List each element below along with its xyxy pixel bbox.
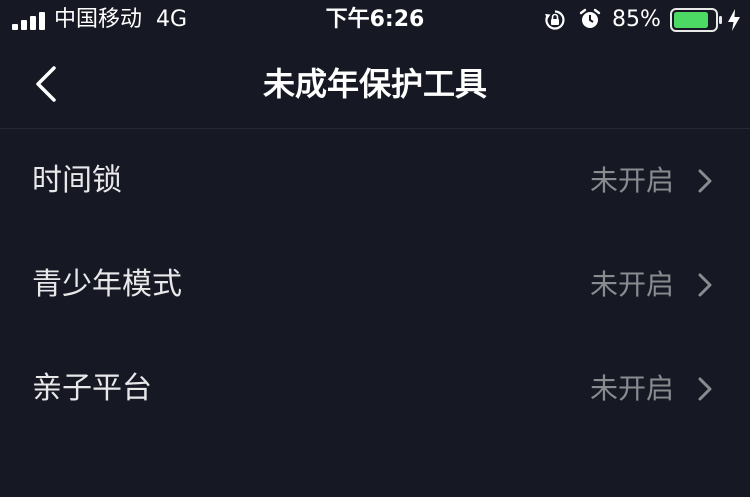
battery-percent: 85% [612,7,661,32]
chevron-right-icon [698,169,712,193]
list-item-status: 未开启 [589,164,674,197]
alarm-icon [579,8,601,28]
list-item-time-lock[interactable]: 时间锁 未开启 [0,129,750,233]
list-item-label: 时间锁 [32,163,122,198]
list-item-status: 未开启 [589,268,674,301]
screen: 中国移动 4G 下午6:26 85% 未成年保护工具 时间锁 未开启 青少年模式… [0,0,750,497]
list-item-label: 亲子平台 [32,371,152,406]
list-item-label: 青少年模式 [32,267,182,302]
page-title: 未成年保护工具 [262,65,487,103]
battery-icon [670,8,722,32]
list-item-teen-mode[interactable]: 青少年模式 未开启 [0,233,750,337]
chevron-right-icon [698,377,712,401]
nav-bar: 未成年保护工具 [0,40,750,129]
list-item-status: 未开启 [589,372,674,405]
chevron-right-icon [698,273,712,297]
status-bar: 中国移动 4G 下午6:26 85% [0,0,750,40]
settings-list: 时间锁 未开启 青少年模式 未开启 亲子平台 未开启 [0,129,750,441]
orientation-lock-icon [545,10,565,30]
list-item-parent-platform[interactable]: 亲子平台 未开启 [0,337,750,441]
charging-icon [728,9,740,31]
battery-fill [674,12,708,28]
